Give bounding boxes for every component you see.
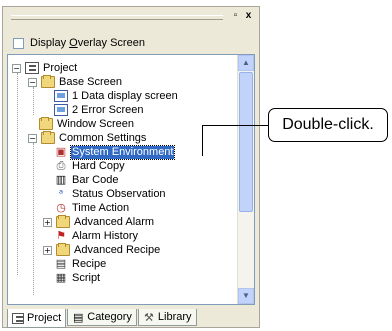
tab-label: Library [157,311,192,323]
scroll-thumb[interactable] [239,72,253,212]
callout-text: Double-click. [282,116,374,133]
tree-item-script[interactable]: ▦ Script [54,271,101,285]
tree-item-label: Time Action [72,201,130,214]
tree-item-label: Status Observation [72,187,166,200]
folder-icon [39,117,53,130]
tree-item-bar-code[interactable]: ▥ Bar Code [54,173,119,187]
tree-line [33,143,34,295]
expand-icon[interactable]: + [43,245,52,255]
tree-item-label: Script [72,271,101,284]
script-icon: ▦ [55,271,67,284]
tree-item-hard-copy[interactable]: ⎙ Hard Copy [54,159,126,173]
display-overlay-row[interactable]: Display Overlay Screen [13,35,145,51]
tree-item-error-screen[interactable]: 2 Error Screen [54,103,145,117]
display-overlay-label[interactable]: Display Overlay Screen [30,37,145,49]
tree-item-label: Base Screen [59,75,122,88]
barcode-icon: ▥ [55,173,67,186]
tree-item-window-screen[interactable]: Window Screen [39,117,135,131]
scroll-down-button[interactable]: ▼ [238,288,254,304]
tab-project[interactable]: Project [7,309,67,328]
tree-item-alarm-history[interactable]: ⚑ Alarm History [54,229,139,243]
tree-line [17,73,18,275]
recipe-icon: ▤ [55,257,67,270]
drag-grip-line [11,19,223,20]
status-observation-icon: ᵃ [58,187,64,200]
collapse-icon[interactable]: − [28,133,37,143]
tree-item-project[interactable]: − Project [12,61,78,75]
screen-icon [54,104,68,116]
tree-item-label: Common Settings [59,131,147,144]
tree-line [33,87,34,115]
tab-category[interactable]: ▤ Category [67,309,137,326]
overlay-label-accel: O [69,37,78,49]
folder-icon [56,215,70,228]
project-icon [25,62,39,74]
tree-item-status-observation[interactable]: ᵃ Status Observation [54,187,167,201]
printer-icon: ⎙ [56,159,66,172]
tab-library[interactable]: ⚒ Library [137,309,197,326]
collapse-icon[interactable]: − [12,63,21,73]
tree-item-label: Project [43,61,78,74]
project-icon [12,312,24,324]
tree-item-label: Bar Code [72,173,119,186]
tree-item-label: Hard Copy [72,159,125,172]
tree-item-label: 1 Data display screen [72,89,178,102]
screen-icon [54,90,68,102]
tab-label: Category [87,311,132,323]
tree-item-time-action[interactable]: ◷ Time Action [54,201,130,215]
tree-item-advanced-alarm[interactable]: + Advanced Alarm [43,215,155,229]
tree-item-advanced-recipe[interactable]: + Advanced Recipe [43,243,161,257]
panel-titlebar[interactable]: ▫ x [3,7,259,27]
category-icon: ▤ [73,310,84,324]
panel-tabs: Project ▤ Category ⚒ Library [7,309,198,328]
display-overlay-checkbox[interactable] [13,37,24,49]
overlay-label-pre: Display [30,37,70,49]
tree-item-base-screen[interactable]: − Base Screen [28,75,123,89]
scroll-up-button[interactable]: ▲ [238,55,254,71]
tree-item-recipe[interactable]: ▤ Recipe [54,257,107,271]
tree-item-data-display-screen[interactable]: 1 Data display screen [54,89,179,103]
vertical-scrollbar[interactable]: ▲ ▼ [237,55,254,304]
tree-item-label: Window Screen [57,117,135,130]
tree-item-label: Advanced Recipe [74,243,161,256]
tree-item-label: Recipe [72,257,107,270]
alarm-history-icon: ⚑ [56,229,66,242]
folder-icon [41,131,55,144]
restore-button[interactable]: ▫ [230,11,241,22]
folder-icon [56,243,70,256]
close-button[interactable]: x [243,11,254,22]
project-panel: ▫ x Display Overlay Screen − Project − B… [2,6,260,328]
tree-item-label: Advanced Alarm [74,215,155,228]
tree-item-label: 2 Error Screen [72,103,144,116]
tree-item-common-settings[interactable]: − Common Settings [28,131,147,145]
expand-icon[interactable]: + [43,217,52,227]
callout-leader-vertical [202,125,203,156]
system-environment-icon: ▣ [55,145,67,158]
double-click-callout: Double-click. [268,108,388,142]
folder-icon [41,75,55,88]
tree-item-system-environment[interactable]: ▣ System Environment [54,144,176,160]
callout-leader [202,125,268,126]
clock-icon: ◷ [56,201,66,214]
collapse-icon[interactable]: − [28,77,37,87]
overlay-label-post: verlay Screen [77,37,145,49]
tree-item-label: Alarm History [72,229,139,242]
tab-label: Project [27,312,62,324]
library-icon: ⚒ [143,310,154,324]
tree-item-label: System Environment [69,144,176,160]
project-tree[interactable]: − Project − Base Screen 1 Data display s… [7,54,255,305]
